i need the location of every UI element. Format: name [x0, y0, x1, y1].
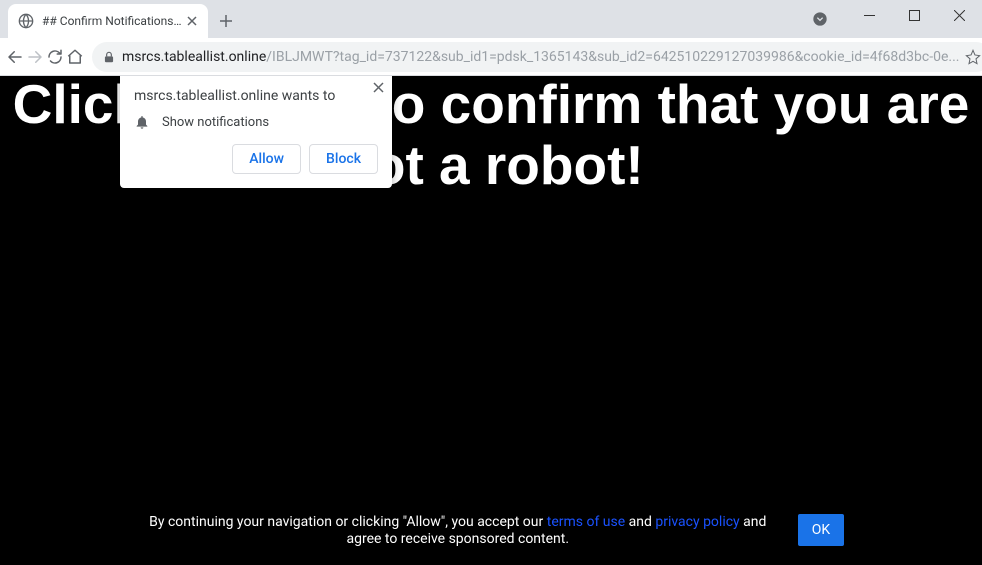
- terms-link[interactable]: terms of use: [547, 514, 625, 530]
- block-button[interactable]: Block: [309, 144, 378, 174]
- globe-icon: [18, 13, 34, 29]
- close-icon[interactable]: [373, 82, 384, 93]
- permission-label: Show notifications: [162, 115, 269, 130]
- minimize-button[interactable]: [847, 0, 892, 30]
- bookmark-star-icon[interactable]: [965, 49, 981, 65]
- notification-permission-prompt: msrcs.tableallist.online wants to Show n…: [120, 76, 392, 188]
- home-button[interactable]: [66, 41, 84, 73]
- tab-title: ## Confirm Notifications ##: [42, 14, 184, 28]
- privacy-link[interactable]: privacy policy: [655, 514, 739, 530]
- account-indicator-icon[interactable]: [808, 7, 832, 31]
- permission-origin-text: msrcs.tableallist.online wants to: [134, 88, 378, 104]
- lock-icon[interactable]: [102, 50, 116, 64]
- maximize-button[interactable]: [892, 0, 937, 30]
- browser-toolbar: msrcs.tableallist.online/IBLJMWT?tag_id=…: [0, 38, 982, 76]
- url-text: msrcs.tableallist.online/IBLJMWT?tag_id=…: [122, 49, 959, 65]
- window-controls: [847, 0, 982, 30]
- consent-text: By continuing your navigation or clickin…: [138, 513, 778, 547]
- ok-button[interactable]: OK: [798, 514, 844, 546]
- reload-button[interactable]: [46, 41, 64, 73]
- new-tab-button[interactable]: [212, 7, 240, 35]
- address-bar[interactable]: msrcs.tableallist.online/IBLJMWT?tag_id=…: [92, 42, 982, 72]
- permission-row: Show notifications: [134, 114, 378, 130]
- allow-button[interactable]: Allow: [232, 144, 301, 174]
- bell-icon: [134, 114, 150, 130]
- browser-tab[interactable]: ## Confirm Notifications ##: [8, 4, 208, 38]
- back-button[interactable]: [6, 41, 24, 73]
- close-window-button[interactable]: [937, 0, 982, 30]
- consent-bar: By continuing your navigation or clickin…: [0, 513, 982, 547]
- browser-title-bar: ## Confirm Notifications ##: [0, 0, 982, 38]
- page-content: Click "Allow" to confirm that you are no…: [0, 76, 982, 565]
- close-tab-icon[interactable]: [184, 13, 200, 29]
- forward-button: [26, 41, 44, 73]
